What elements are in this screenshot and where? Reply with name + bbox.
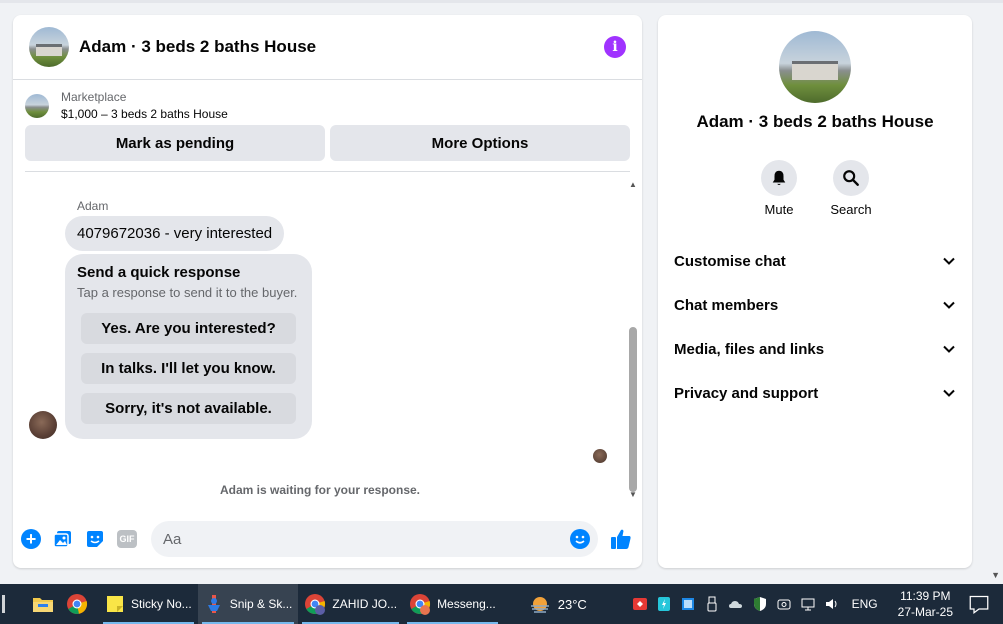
taskbar-app-label: Snip & Sk... (229, 597, 293, 611)
marketplace-label: Marketplace (61, 90, 127, 104)
weather-icon[interactable] (528, 592, 552, 616)
taskbar: Sticky No... Snip & Sk... ZAHID JO... Me… (0, 584, 1003, 624)
listing-summary[interactable]: Marketplace $1,000 – 3 beds 2 baths Hous… (25, 90, 630, 121)
info-sections: Customise chat Chat members Media, files… (658, 239, 972, 415)
taskbar-app-label: ZAHID JO... (332, 597, 398, 611)
language-indicator[interactable]: ENG (852, 597, 878, 611)
bell-icon (761, 160, 797, 196)
mute-button[interactable]: Mute (754, 160, 804, 217)
section-privacy-support[interactable]: Privacy and support (658, 371, 972, 415)
emoji-icon[interactable] (570, 529, 590, 549)
clock[interactable]: 11:39 PM 27-Mar-25 (898, 588, 953, 620)
mute-label: Mute (764, 202, 794, 217)
chevron-down-icon (943, 257, 955, 265)
app-tray-icon[interactable] (680, 596, 696, 612)
info-icon[interactable]: i (604, 36, 626, 58)
quick-response-title: Send a quick response (77, 264, 241, 281)
conversation-info-panel: Adam · 3 beds 2 baths House Mute Search … (658, 15, 972, 568)
system-tray: ENG 11:39 PM 27-Mar-25 (628, 588, 1003, 620)
quick-response-button[interactable]: Sorry, it's not available. (81, 393, 296, 424)
chat-panel: Adam · 3 beds 2 baths House i Marketplac… (13, 15, 642, 568)
waiting-status: Adam is waiting for your response. (219, 483, 421, 497)
search-icon (833, 160, 869, 196)
gif-icon[interactable]: GIF (117, 529, 137, 549)
top-strip (0, 0, 1003, 3)
onedrive-icon[interactable] (728, 596, 744, 612)
taskbar-app-sticky-notes[interactable]: Sticky No... (99, 584, 198, 624)
chat-header: Adam · 3 beds 2 baths House i (13, 15, 642, 80)
sticky-notes-icon (107, 596, 123, 612)
search-button[interactable]: Search (826, 160, 876, 217)
scroll-thumb[interactable] (629, 327, 637, 492)
like-icon[interactable] (608, 526, 634, 552)
message-list: Adam 4079672036 - very interested Send a… (13, 177, 642, 505)
security-shield-icon[interactable] (752, 596, 768, 612)
section-label: Customise chat (674, 252, 786, 270)
message-bubble[interactable]: 4079672036 - very interested (65, 216, 285, 251)
quick-response-button[interactable]: Yes. Are you interested? (81, 313, 296, 344)
message-input[interactable] (163, 530, 570, 548)
quick-response-subtitle: Tap a response to send it to the buyer. (77, 285, 298, 300)
chevron-down-icon (943, 301, 955, 309)
sticker-icon[interactable] (85, 529, 105, 549)
taskbar-app-chrome-profile[interactable]: ZAHID JO... (298, 584, 403, 624)
avatar[interactable] (29, 411, 57, 439)
page-scroll-down-icon[interactable]: ▼ (991, 570, 1000, 580)
section-label: Chat members (674, 296, 779, 314)
taskbar-app-label: Messeng... (437, 597, 496, 611)
listing-avatar-large[interactable] (779, 31, 851, 103)
image-icon[interactable] (53, 529, 73, 549)
divider (25, 171, 630, 172)
snip-sketch-icon (207, 595, 220, 613)
start-edge[interactable] (2, 595, 5, 613)
search-label: Search (830, 202, 872, 217)
chevron-down-icon (943, 389, 955, 397)
mark-as-pending-button[interactable]: Mark as pending (25, 125, 325, 161)
plus-icon[interactable]: + (21, 529, 41, 549)
message-input-container (151, 521, 598, 557)
info-panel-title: Adam · 3 beds 2 baths House (696, 112, 934, 131)
taskbar-app-label: Sticky No... (131, 597, 192, 611)
file-explorer-icon[interactable] (31, 592, 55, 616)
quick-response-button[interactable]: In talks. I'll let you know. (81, 353, 296, 384)
speaker-icon[interactable] (824, 596, 840, 612)
quick-response-card: Send a quick response Tap a response to … (65, 254, 312, 439)
scroll-down-icon[interactable]: ▼ (628, 490, 638, 500)
seen-indicator-avatar (593, 449, 607, 463)
network-icon[interactable] (800, 596, 816, 612)
taskbar-app-messenger[interactable]: Messeng... (403, 584, 502, 624)
more-options-button[interactable]: More Options (330, 125, 630, 161)
listing-thumbnail (25, 93, 49, 118)
chat-title[interactable]: Adam · 3 beds 2 baths House (79, 37, 604, 57)
section-media-files-links[interactable]: Media, files and links (658, 327, 972, 371)
composer: + GIF (13, 510, 642, 568)
section-chat-members[interactable]: Chat members (658, 283, 972, 327)
chrome-icon[interactable] (65, 592, 89, 616)
listing-price: $1,000 – 3 beds 2 baths House (61, 107, 228, 121)
section-label: Media, files and links (674, 340, 825, 358)
app-tray-icon[interactable] (656, 596, 672, 612)
taskbar-app-snip-sketch[interactable]: Snip & Sk... (197, 584, 299, 624)
section-customise-chat[interactable]: Customise chat (658, 239, 972, 283)
sender-name: Adam (77, 199, 109, 213)
app-tray-icon[interactable] (632, 596, 648, 612)
scroll-up-icon[interactable]: ▲ (628, 180, 638, 190)
chevron-down-icon (943, 345, 955, 353)
chrome-profile-icon (305, 594, 326, 615)
camera-icon[interactable] (776, 596, 792, 612)
chrome-messenger-icon (410, 594, 431, 615)
clock-time: 11:39 PM (900, 589, 951, 603)
weather-temperature[interactable]: 23°C (558, 597, 587, 612)
marketplace-section: Marketplace $1,000 – 3 beds 2 baths Hous… (13, 80, 642, 172)
clock-date: 27-Mar-25 (897, 605, 953, 619)
listing-avatar[interactable] (29, 27, 69, 67)
usb-icon[interactable] (704, 596, 720, 612)
notification-icon[interactable] (969, 594, 989, 614)
scrollbar[interactable]: ▲ ▼ (628, 180, 638, 500)
section-label: Privacy and support (674, 384, 819, 402)
